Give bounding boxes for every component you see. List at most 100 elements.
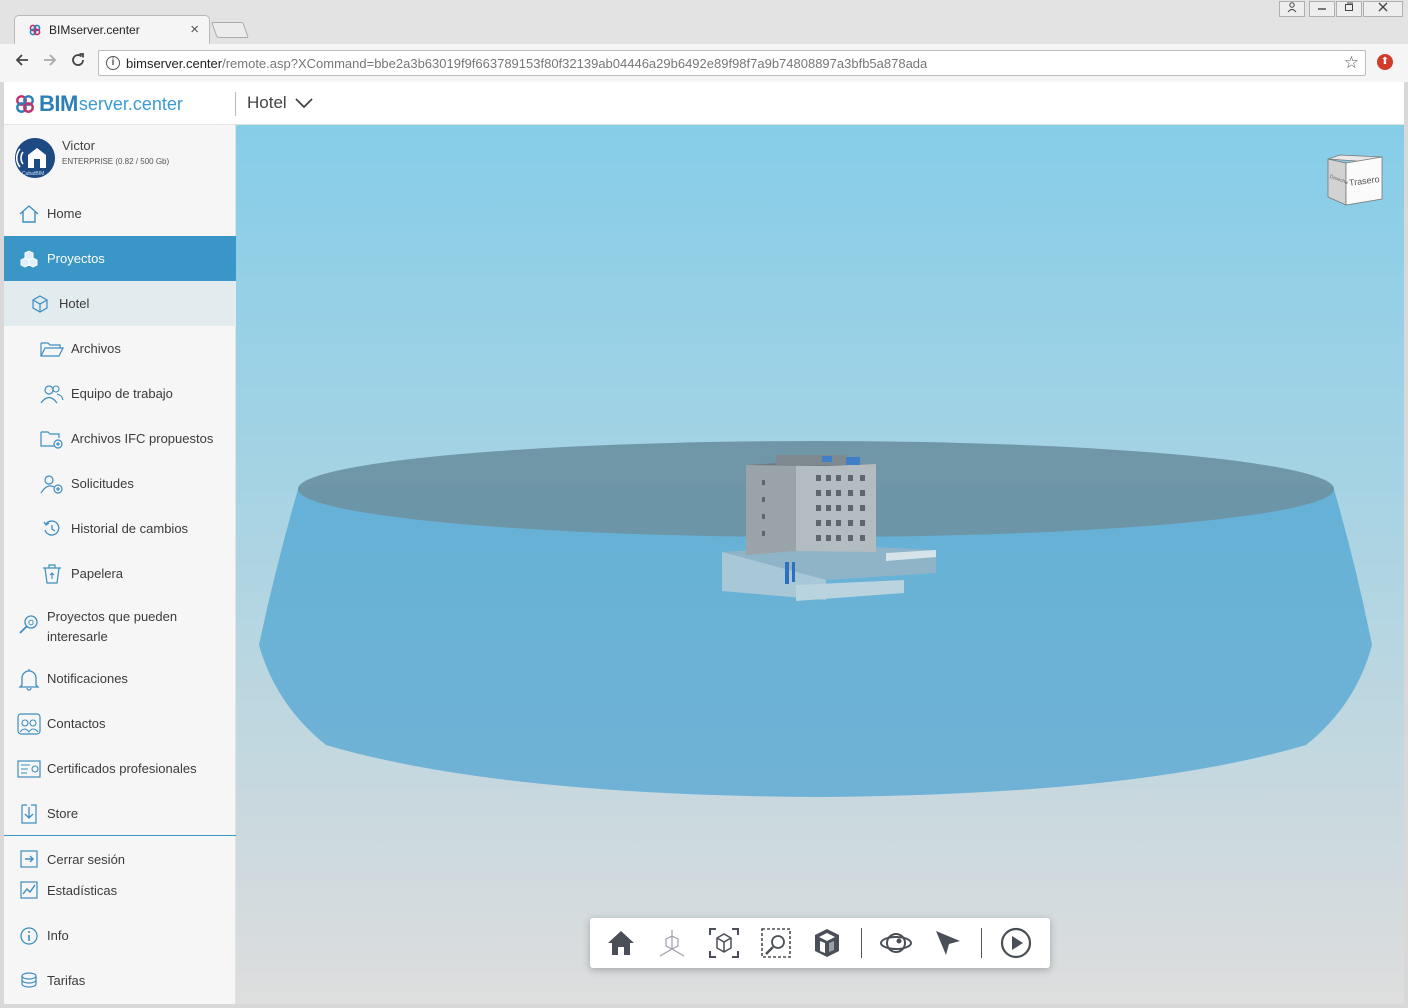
user-plan: ENTERPRISE (0.82 / 500 Gb) xyxy=(62,157,170,166)
sidebar-item-rates[interactable]: Tarifas xyxy=(4,958,236,1003)
sidebar: CubatBIM Victor ENTERPRISE (0.82 / 500 G… xyxy=(4,125,236,1004)
address-bar[interactable]: i bimserver.center/remote.asp?XCommand=b… xyxy=(98,50,1366,76)
sidebar-item-certificates[interactable]: Certificados profesionales xyxy=(4,746,236,791)
sidebar-item-history[interactable]: Historial de cambios xyxy=(4,506,236,551)
window-frame-right xyxy=(1404,82,1408,1008)
user-name: Victor xyxy=(62,138,95,153)
contacts-icon xyxy=(16,712,42,735)
toolbar-separator xyxy=(861,928,863,958)
sidebar-item-label: Home xyxy=(47,206,82,221)
project-selector[interactable]: Hotel xyxy=(247,93,313,113)
zoom-extents-icon[interactable] xyxy=(706,925,742,961)
sidebar-item-label: Archivos xyxy=(71,341,121,356)
bell-icon xyxy=(16,668,42,691)
sidebar-item-store[interactable]: Store xyxy=(4,791,236,836)
sidebar-item-trash[interactable]: Papelera xyxy=(4,551,236,596)
reload-icon[interactable] xyxy=(66,50,90,74)
minimize-icon[interactable] xyxy=(1309,1,1335,17)
folder-open-icon xyxy=(39,338,65,360)
browser-tab[interactable]: BIMserver.center × xyxy=(14,15,210,45)
window-frame-bottom xyxy=(0,1004,1408,1008)
chevron-down-icon xyxy=(295,97,313,108)
sidebar-item-label: Hotel xyxy=(59,296,90,311)
cube-icon xyxy=(27,293,53,315)
sidebar-item-label: Cerrar sesión xyxy=(47,851,126,867)
bimserver-favicon xyxy=(29,24,41,36)
app-header: BIM server.center Hotel xyxy=(4,82,1404,125)
new-tab-button[interactable] xyxy=(211,22,249,38)
sidebar-item-label: Historial de cambios xyxy=(71,521,189,536)
3d-viewer[interactable]: Trasero Derecha xyxy=(236,125,1404,1004)
sidebar-item-home[interactable]: Home xyxy=(4,191,236,236)
sidebar-item-projects[interactable]: Proyectos xyxy=(4,236,236,281)
sidebar-item-hotel[interactable]: Hotel xyxy=(4,281,236,326)
header-divider xyxy=(235,92,236,116)
sidebar-item-stats[interactable]: Estadísticas xyxy=(4,870,236,910)
forward-arrow-icon[interactable] xyxy=(38,50,62,74)
avatar[interactable]: CubatBIM xyxy=(15,138,55,178)
tab-strip: BIMserver.center × xyxy=(0,0,1408,45)
sidebar-item-label: Proyectos xyxy=(47,251,105,266)
sidebar-item-info[interactable]: Info xyxy=(4,913,236,958)
sidebar-item-label: Archivos IFC propuestos xyxy=(71,431,214,446)
recycle-bin-icon xyxy=(39,563,65,585)
orbit-icon[interactable] xyxy=(878,925,914,961)
sidebar-item-requests[interactable]: Solicitudes xyxy=(4,461,236,506)
user-panel[interactable]: CubatBIM Victor ENTERPRISE (0.82 / 500 G… xyxy=(4,125,236,191)
select-pointer-icon[interactable] xyxy=(930,925,966,961)
sidebar-item-label: Solicitudes xyxy=(71,476,134,491)
site-info-icon[interactable]: i xyxy=(106,56,120,70)
sidebar-item-label: Papelera xyxy=(71,566,124,581)
sidebar-separator xyxy=(4,835,236,836)
sidebar-item-label: Tarifas xyxy=(47,973,86,988)
bookmark-star-icon[interactable]: ☆ xyxy=(1344,53,1359,73)
person-icon[interactable] xyxy=(1279,1,1305,17)
section-box-icon[interactable] xyxy=(810,925,846,961)
logout-icon xyxy=(16,848,42,870)
bimserver-logo[interactable]: BIM server.center xyxy=(15,91,183,117)
url-text: bimserver.center/remote.asp?XCommand=bbe… xyxy=(126,56,928,71)
play-icon[interactable] xyxy=(998,925,1034,961)
zoom-window-icon[interactable] xyxy=(758,925,794,961)
svg-text:CubatBIM: CubatBIM xyxy=(22,171,44,177)
home-icon xyxy=(16,203,42,225)
back-arrow-icon[interactable] xyxy=(10,50,34,74)
sidebar-item-interesting-projects[interactable]: Proyectos que pueden interesarle xyxy=(4,601,236,651)
sidebar-item-label: Certificados profesionales xyxy=(47,761,197,776)
extension-icon[interactable]: ⬆ xyxy=(1377,54,1393,70)
viewer-toolbar xyxy=(590,918,1050,968)
browser-toolbar: i bimserver.center/remote.asp?XCommand=b… xyxy=(0,44,1408,82)
browser-chrome: BIMserver.center × i bimserver.center/re… xyxy=(0,0,1408,82)
history-icon xyxy=(39,518,65,540)
home-view-icon[interactable] xyxy=(603,925,639,961)
sidebar-item-label: Equipo de trabajo xyxy=(71,386,173,401)
info-icon xyxy=(16,925,42,947)
axes-icon[interactable] xyxy=(655,925,691,961)
restore-icon[interactable] xyxy=(1336,1,1362,17)
sidebar-item-ifc-proposed[interactable]: Archivos IFC propuestos xyxy=(4,416,236,461)
download-store-icon xyxy=(16,803,42,825)
search-projects-icon xyxy=(16,613,42,635)
sidebar-item-label: Notificaciones xyxy=(47,671,128,686)
sidebar-item-team[interactable]: Equipo de trabajo xyxy=(4,371,236,416)
sidebar-item-contacts[interactable]: Contactos xyxy=(4,701,236,746)
folder-add-icon xyxy=(39,428,65,450)
user-add-icon xyxy=(39,473,65,495)
sidebar-item-notifications[interactable]: Notificaciones xyxy=(4,656,236,701)
bimserver-logo-icon xyxy=(16,95,34,113)
sidebar-item-label: Estadísticas xyxy=(47,882,118,898)
logo-bim-text: BIM xyxy=(39,91,78,116)
sidebar-item-label: Proyectos que pueden interesarle xyxy=(47,609,178,644)
tab-close-icon[interactable]: × xyxy=(190,21,199,38)
sidebar-item-files[interactable]: Archivos xyxy=(4,326,236,371)
3d-scene[interactable] xyxy=(236,125,1404,1004)
tab-title: BIMserver.center xyxy=(49,23,140,37)
close-icon[interactable] xyxy=(1363,1,1403,17)
sidebar-item-label: Store xyxy=(47,806,79,821)
team-icon xyxy=(39,383,65,405)
coins-icon xyxy=(16,970,42,992)
sidebar-item-label: Contactos xyxy=(47,716,106,731)
navigation-cube[interactable]: Trasero Derecha xyxy=(1326,153,1384,207)
sidebar-item-label: Info xyxy=(47,928,69,943)
cubes-icon xyxy=(16,248,42,270)
